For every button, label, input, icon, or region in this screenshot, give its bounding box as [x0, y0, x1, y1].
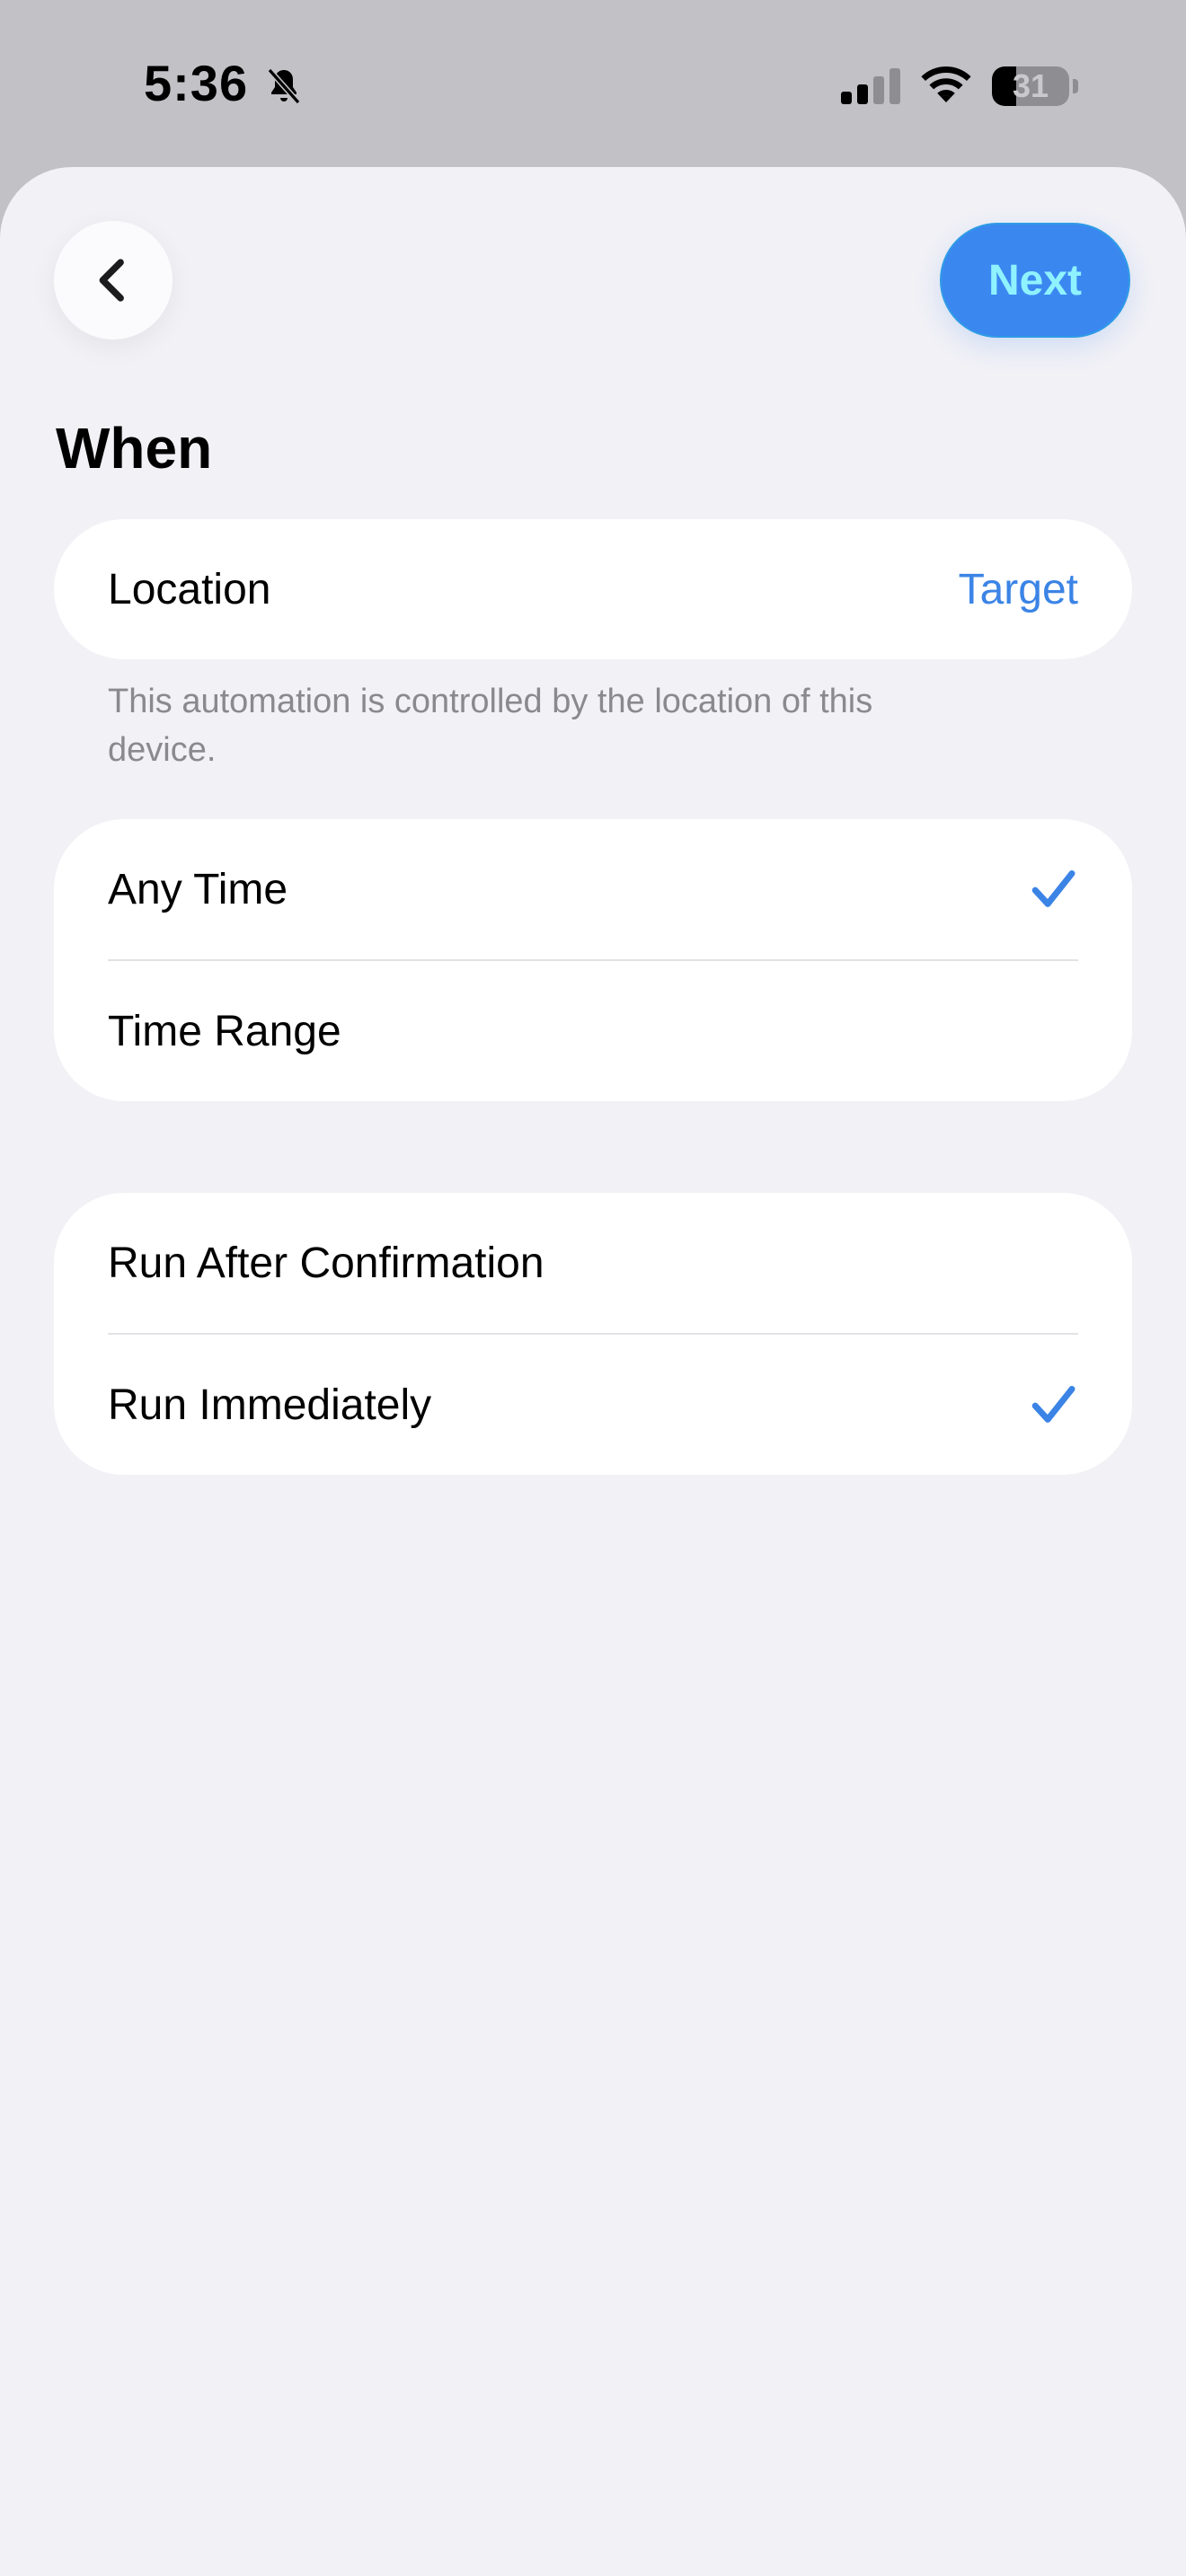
status-time: 5:36: [144, 55, 249, 111]
checkmark-icon: [1031, 870, 1075, 907]
chevron-left-icon: [99, 259, 124, 302]
option-label: Any Time: [108, 865, 288, 913]
location-footnote: This automation is controlled by the loc…: [108, 683, 873, 769]
cellular-signal-icon: [841, 68, 900, 104]
option-label: Run Immediately: [108, 1381, 432, 1429]
bell-slash-icon: [267, 67, 301, 105]
location-value: Target: [958, 565, 1078, 613]
option-label: Time Range: [108, 1007, 341, 1055]
wifi-icon: [921, 66, 971, 102]
back-button[interactable]: [54, 221, 173, 340]
option-run-immediately[interactable]: Run Immediately: [54, 1335, 1132, 1475]
time-card: Any Time Time Range: [54, 819, 1132, 1101]
next-button[interactable]: Next: [940, 223, 1130, 338]
location-card: Location Target: [54, 519, 1132, 659]
status-bar: 5:36 31: [0, 0, 1186, 167]
location-row[interactable]: Location Target: [54, 519, 1132, 659]
checkmark-icon: [1031, 1386, 1075, 1423]
option-any-time[interactable]: Any Time: [54, 819, 1132, 959]
option-time-range[interactable]: Time Range: [54, 961, 1132, 1101]
automation-sheet: Next When Location Target This automatio…: [0, 167, 1186, 2576]
run-card: Run After Confirmation Run Immediately: [54, 1193, 1132, 1475]
battery-level-text: 31: [1012, 67, 1049, 104]
option-label: Run After Confirmation: [108, 1239, 544, 1287]
section-title: When: [56, 416, 213, 481]
location-label: Location: [108, 565, 271, 613]
battery-icon: 31: [992, 66, 1078, 106]
option-run-after-confirmation[interactable]: Run After Confirmation: [54, 1193, 1132, 1333]
